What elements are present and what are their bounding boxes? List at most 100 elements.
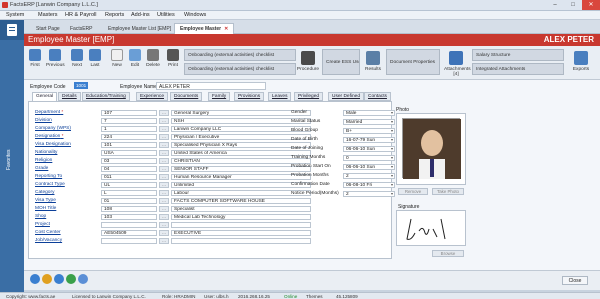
menu-reports[interactable]: Reports (105, 12, 124, 18)
menu-hr-payroll[interactable]: HR & Payroll (65, 12, 96, 18)
field-value-input[interactable]: 06-06-10 Sun (343, 146, 395, 152)
lookup-button[interactable]: … (159, 110, 169, 116)
status-themes[interactable]: Themes (306, 294, 323, 299)
field-code-input[interactable]: 03 (101, 158, 157, 164)
close-button[interactable]: Close (562, 276, 588, 285)
lookup-button[interactable]: … (159, 238, 169, 244)
first-button[interactable]: First (26, 49, 44, 68)
chevron-down-icon[interactable]: ▾ (389, 128, 395, 134)
create-ess-user-button[interactable]: Create ESS User (322, 49, 360, 75)
procedure-item-2[interactable]: Onboarding (external activities) checkli… (184, 63, 296, 75)
lookup-button[interactable]: … (159, 158, 169, 164)
menu-utilities[interactable]: Utilities (157, 12, 175, 18)
chevron-down-icon[interactable]: ▾ (389, 110, 395, 116)
subtab-leaves[interactable]: Leaves (268, 92, 292, 101)
next-button[interactable]: Next (68, 49, 86, 68)
field-label[interactable]: Company (WPS) (35, 126, 71, 131)
procedure-item-1[interactable]: Onboarding (external activities) checkli… (184, 49, 296, 61)
field-value-input[interactable]: 2 (343, 173, 395, 179)
field-code-input[interactable]: L (101, 190, 157, 196)
field-code-input[interactable] (101, 222, 157, 228)
chevron-down-icon[interactable]: ▾ (389, 191, 395, 197)
favorites-label[interactable]: Favorites (6, 149, 12, 170)
field-label[interactable]: MOH Title (35, 206, 56, 211)
tab-start-page[interactable]: Start Page (30, 23, 66, 34)
employee-name-field[interactable]: ALEX PETER (156, 82, 266, 90)
browse-signature-button[interactable]: Browse (432, 250, 464, 257)
field-value-input[interactable]: 16-07-79 Sun (343, 137, 395, 143)
menu-masters[interactable]: Masters (38, 12, 58, 18)
lookup-button[interactable]: … (159, 222, 169, 228)
maximize-icon[interactable]: □ (564, 0, 582, 10)
field-code-input[interactable]: 103 (101, 214, 157, 220)
edit-button[interactable]: Edit (126, 49, 144, 68)
field-code-input[interactable] (101, 238, 157, 244)
tab-employee-master[interactable]: Employee Master ✕ (174, 23, 235, 34)
field-code-input[interactable]: 04 (101, 166, 157, 172)
field-code-input[interactable]: 011 (101, 174, 157, 180)
field-value-input[interactable]: 06-06-10 Sun (343, 164, 395, 170)
lookup-button[interactable]: … (159, 134, 169, 140)
chevron-down-icon[interactable]: ▾ (389, 164, 395, 170)
field-code-input[interactable]: 1 (101, 126, 157, 132)
lookup-button[interactable]: … (159, 214, 169, 220)
field-label[interactable]: Designation (35, 134, 64, 139)
field-label[interactable]: Job/Vacancy (35, 238, 62, 243)
subtab-education-training[interactable]: Education/Training (82, 92, 130, 101)
chevron-down-icon[interactable]: ▾ (389, 146, 395, 152)
subtab-privileged[interactable]: Privileged (294, 92, 324, 101)
field-code-input[interactable]: UL (101, 182, 157, 188)
procedure-button[interactable]: Procedure (296, 49, 320, 77)
field-label[interactable]: Reporting To (35, 174, 62, 179)
close-icon[interactable]: ✕ (582, 0, 600, 10)
field-label[interactable]: Religion (35, 158, 52, 163)
previous-button[interactable]: Previous (46, 49, 65, 68)
lookup-button[interactable]: … (159, 198, 169, 204)
field-label[interactable]: Division (35, 118, 52, 123)
lookup-button[interactable]: … (159, 150, 169, 156)
tab-employee-master-list[interactable]: Employee Master List [EMP] (102, 23, 177, 34)
field-value-input[interactable]: 0 (343, 155, 395, 161)
field-code-input[interactable]: 101 (101, 142, 157, 148)
info-icon[interactable] (42, 274, 52, 284)
lookup-button[interactable]: … (159, 230, 169, 236)
field-label[interactable]: Visa Type (35, 198, 56, 203)
field-code-input[interactable]: USA (101, 150, 157, 156)
subtab-user-defined[interactable]: User Defined (328, 92, 364, 101)
refresh-icon[interactable] (66, 274, 76, 284)
subtab-details[interactable]: Details (58, 92, 81, 101)
document-properties-button[interactable]: Document Properties (386, 49, 440, 75)
lookup-button[interactable]: … (159, 182, 169, 188)
field-value-input[interactable]: Married (343, 119, 395, 125)
chevron-down-icon[interactable]: ▾ (389, 155, 395, 161)
field-label[interactable]: Category (35, 190, 54, 195)
field-code-input[interactable]: 7 (101, 118, 157, 124)
menu-system[interactable]: System (6, 12, 24, 18)
chevron-down-icon[interactable]: ▾ (389, 182, 395, 188)
field-code-input[interactable]: 107 (101, 110, 157, 116)
help-icon[interactable] (30, 274, 40, 284)
lookup-button[interactable]: … (159, 118, 169, 124)
field-label[interactable]: Visa Designation (35, 142, 71, 147)
results-button[interactable]: Results (362, 49, 384, 77)
chevron-down-icon[interactable]: ▾ (389, 173, 395, 179)
home-icon[interactable] (0, 20, 24, 40)
field-value-input[interactable]: 06-08-10 Fri (343, 182, 395, 188)
field-code-input[interactable]: 224 (101, 134, 157, 140)
subtab-documents[interactable]: Documents (170, 92, 203, 101)
lookup-button[interactable]: … (159, 126, 169, 132)
subtab-general[interactable]: General (32, 92, 58, 101)
integrated-attachments-button[interactable]: Integrated Attachments (472, 63, 564, 75)
lookup-button[interactable]: … (159, 206, 169, 212)
print-button[interactable]: Print (164, 49, 182, 68)
menu-add-ins[interactable]: Add-ins (131, 12, 150, 18)
exports-button[interactable]: Exports (568, 49, 594, 77)
lookup-button[interactable]: … (159, 174, 169, 180)
subtab-family[interactable]: Family (208, 92, 231, 101)
employee-code-field[interactable]: 1001 (74, 82, 88, 89)
chevron-down-icon[interactable]: ▾ (389, 137, 395, 143)
close-tab-icon[interactable]: ✕ (224, 26, 228, 32)
subtab-experience[interactable]: Experience (136, 92, 168, 101)
lookup-button[interactable]: … (159, 142, 169, 148)
subtab-provisions[interactable]: Provisions (234, 92, 265, 101)
